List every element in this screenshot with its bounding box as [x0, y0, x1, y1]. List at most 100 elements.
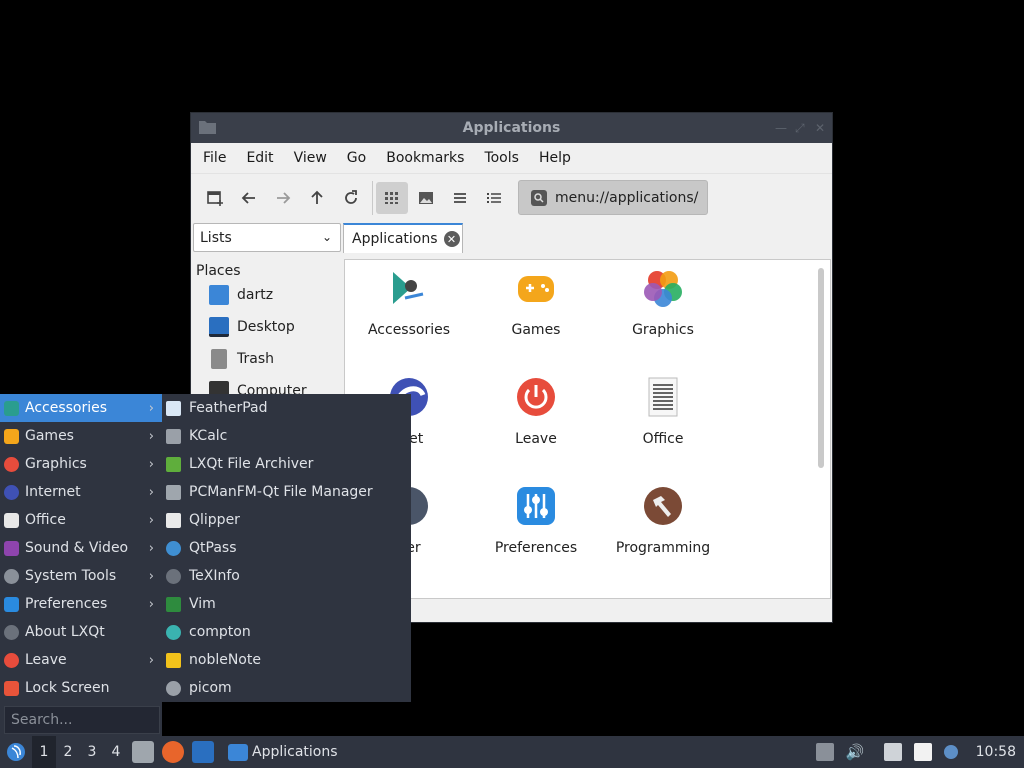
submenu-picom[interactable]: picom — [162, 674, 411, 702]
file-manager-icon — [166, 484, 181, 500]
menu-lock-screen[interactable]: Lock Screen — [0, 674, 162, 702]
menu-go[interactable]: Go — [337, 150, 376, 166]
arrow-up-icon — [311, 190, 323, 204]
app-programming[interactable]: Programming — [603, 486, 723, 556]
thumbnail-view-button[interactable] — [410, 182, 442, 214]
menu-help[interactable]: Help — [529, 150, 581, 166]
submenu-label: TeXInfo — [189, 568, 240, 584]
toolbar: menu://applications/ — [191, 173, 832, 221]
submenu-texinfo[interactable]: TeXInfo — [162, 562, 411, 590]
menu-graphics[interactable]: Graphics › — [0, 450, 162, 478]
app-leave[interactable]: Leave — [476, 377, 596, 447]
menu-games[interactable]: Games › — [0, 422, 162, 450]
menu-about-lxqt[interactable]: About LXQt — [0, 618, 162, 646]
key-icon — [166, 540, 181, 556]
submenu-noblenote[interactable]: nobleNote — [162, 646, 411, 674]
tab-applications[interactable]: Applications ✕ — [343, 223, 463, 253]
window-titlebar[interactable]: Applications — ⤢ ✕ — [191, 113, 832, 143]
place-trash[interactable]: Trash — [191, 343, 343, 375]
menu-internet[interactable]: Internet › — [0, 478, 162, 506]
vertical-scrollbar[interactable] — [818, 268, 824, 468]
clipboard-icon[interactable] — [913, 743, 932, 761]
submenu-label: Vim — [189, 596, 216, 612]
start-menu-button[interactable] — [0, 736, 32, 768]
menu-leave[interactable]: Leave › — [0, 646, 162, 674]
place-home[interactable]: dartz — [191, 279, 343, 311]
menu-accessories[interactable]: Accessories › — [0, 394, 162, 422]
app-accessories[interactable]: Accessories — [349, 268, 469, 338]
app-preferences[interactable]: Preferences — [476, 486, 596, 556]
submenu-vim[interactable]: Vim — [162, 590, 411, 618]
new-tab-icon — [207, 190, 223, 206]
clock[interactable]: 10:58 — [976, 744, 1016, 760]
task-applications[interactable]: Applications — [220, 736, 346, 768]
new-tab-button[interactable] — [199, 182, 231, 214]
list-compact-icon — [454, 192, 466, 203]
menubar: File Edit View Go Bookmarks Tools Help — [191, 143, 832, 173]
desktop-icon — [209, 317, 229, 337]
menu-system-tools[interactable]: System Tools › — [0, 562, 162, 590]
location-bar[interactable]: menu://applications/ — [518, 180, 708, 215]
menu-preferences[interactable]: Preferences › — [0, 590, 162, 618]
removable-media-icon[interactable] — [815, 743, 834, 761]
chevron-down-icon: ⌄ — [321, 230, 332, 244]
menu-label: Preferences — [25, 596, 108, 612]
network-icon[interactable] — [883, 743, 902, 761]
workspace-2[interactable]: 2 — [56, 736, 80, 768]
menu-label: Lock Screen — [25, 680, 110, 696]
menu-edit[interactable]: Edit — [236, 150, 283, 166]
submenu-label: FeatherPad — [189, 400, 268, 416]
menu-view[interactable]: View — [284, 150, 337, 166]
app-label: Graphics — [632, 322, 694, 338]
menu-file[interactable]: File — [193, 150, 236, 166]
system-tray: 🔊 10:58 — [810, 736, 1024, 768]
minimize-icon[interactable]: — — [775, 121, 787, 135]
task-label: Applications — [252, 744, 338, 760]
workspace-1[interactable]: 1 — [32, 736, 56, 768]
submenu-pcmanfm[interactable]: PCManFM-Qt File Manager — [162, 478, 411, 506]
maximize-icon[interactable]: ⤢ — [795, 121, 805, 136]
app-office[interactable]: Office — [603, 377, 723, 447]
app-games[interactable]: Games — [476, 268, 596, 338]
app-graphics[interactable]: Graphics — [603, 268, 723, 338]
internet-icon — [4, 484, 19, 500]
menu-tools[interactable]: Tools — [474, 150, 529, 166]
up-button[interactable] — [301, 182, 333, 214]
submenu-qlipper[interactable]: Qlipper — [162, 506, 411, 534]
compact-view-button[interactable] — [444, 182, 476, 214]
back-button[interactable] — [233, 182, 265, 214]
side-pane-mode-select[interactable]: Lists ⌄ — [193, 223, 341, 252]
submenu-kcalc[interactable]: KCalc — [162, 422, 411, 450]
menu-label: Sound & Video — [25, 540, 129, 556]
menu-sound-video[interactable]: Sound & Video › — [0, 534, 162, 562]
icon-view-button[interactable] — [376, 181, 408, 214]
place-desktop[interactable]: Desktop — [191, 311, 343, 343]
workspace-4[interactable]: 4 — [104, 736, 128, 768]
detailed-view-button[interactable] — [478, 182, 510, 214]
folder-icon — [228, 743, 248, 761]
submenu-compton[interactable]: compton — [162, 618, 411, 646]
firefox-launcher-icon[interactable] — [162, 741, 184, 763]
workspace-3[interactable]: 3 — [80, 736, 104, 768]
close-tab-icon[interactable]: ✕ — [443, 231, 460, 247]
forward-button[interactable] — [267, 182, 299, 214]
vim-icon — [166, 596, 181, 612]
menu-label: Games — [25, 428, 74, 444]
menu-search-input[interactable]: Search... — [4, 706, 160, 734]
menu-office[interactable]: Office › — [0, 506, 162, 534]
show-desktop-icon[interactable] — [192, 741, 214, 763]
reload-button[interactable] — [335, 182, 367, 214]
chevron-right-icon: › — [148, 652, 154, 668]
notification-icon[interactable] — [943, 745, 958, 759]
menu-bookmarks[interactable]: Bookmarks — [376, 150, 474, 166]
file-manager-launcher-icon[interactable] — [132, 741, 154, 763]
clipboard-icon — [166, 512, 181, 528]
submenu-featherpad[interactable]: FeatherPad — [162, 394, 411, 422]
app-label: Office — [642, 431, 684, 447]
menu-label: About LXQt — [25, 624, 105, 640]
volume-icon[interactable]: 🔊 — [846, 743, 865, 761]
close-icon[interactable]: ✕ — [815, 121, 825, 135]
submenu-file-archiver[interactable]: LXQt File Archiver — [162, 450, 411, 478]
search-icon — [531, 189, 547, 206]
submenu-qtpass[interactable]: QtPass — [162, 534, 411, 562]
